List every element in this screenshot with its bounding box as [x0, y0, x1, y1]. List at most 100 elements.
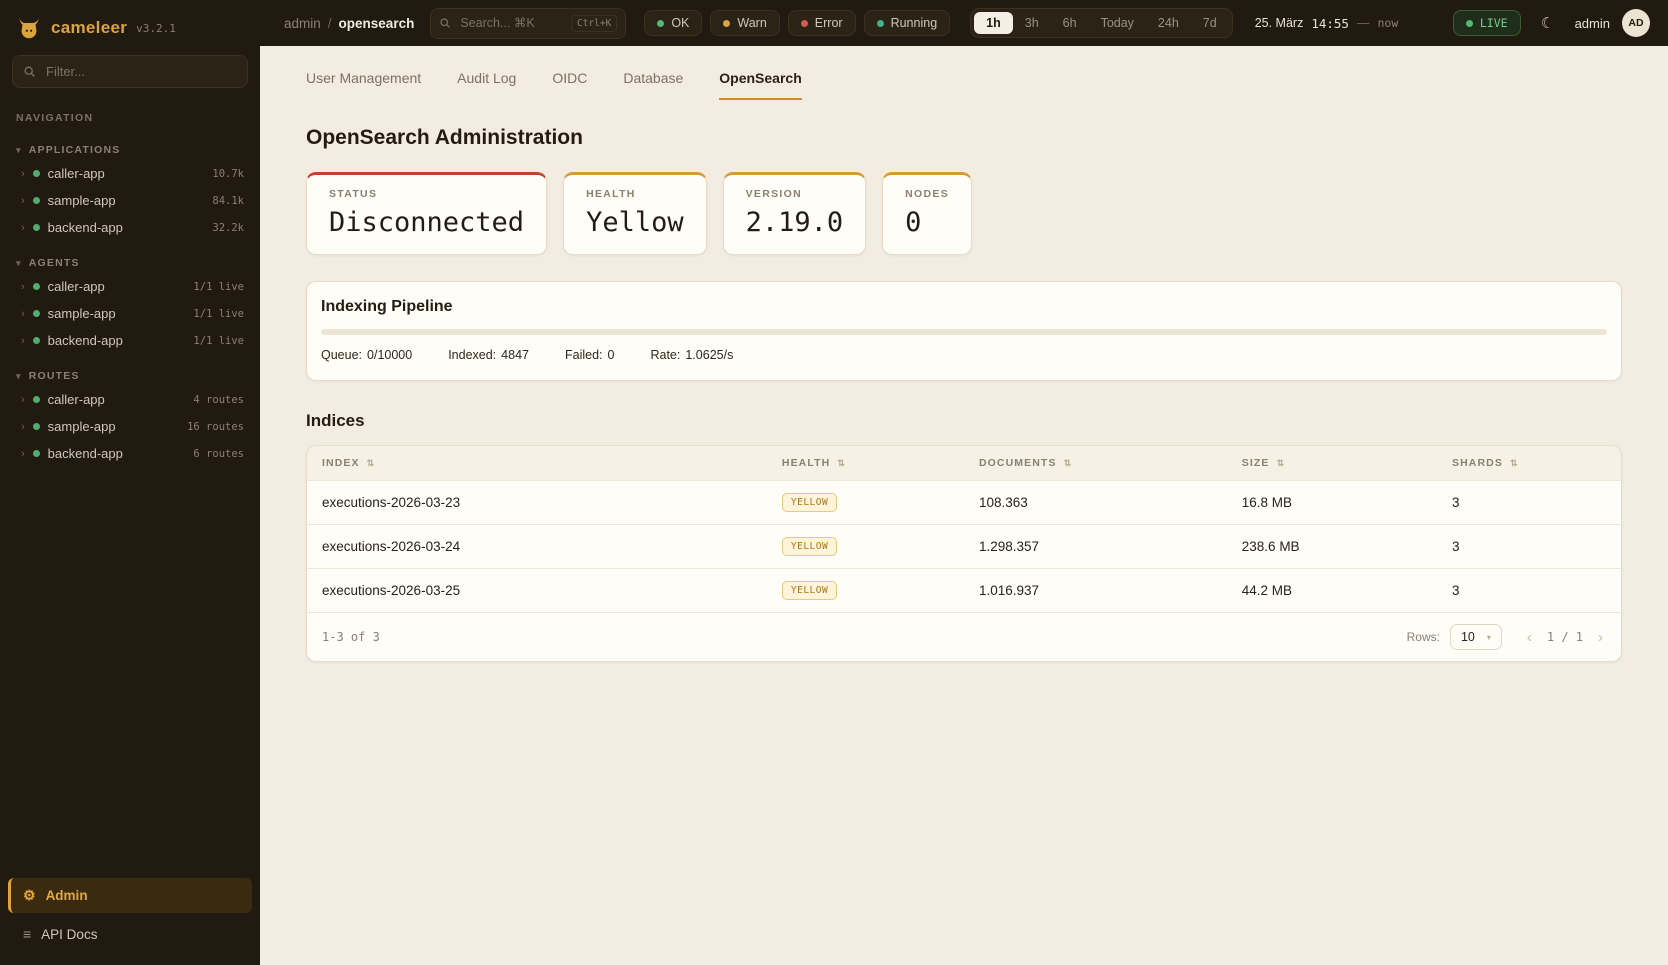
live-status-badge[interactable]: LIVE	[1453, 10, 1521, 36]
sidebar-item-applications-backend-app[interactable]: › backend-app 32.2k	[0, 214, 260, 241]
cell-size: 16.8 MB	[1227, 481, 1437, 525]
sidebar-item-admin[interactable]: ⚙ Admin	[8, 878, 252, 913]
column-header-shards[interactable]: SHARDS ⇅	[1437, 446, 1621, 481]
column-label: INDEX	[322, 457, 360, 469]
item-badge: 10.7k	[212, 168, 244, 180]
cell-documents: 1.016.937	[964, 569, 1227, 613]
table-row[interactable]: executions-2026-03-25 YELLOW 1.016.937 4…	[307, 569, 1621, 613]
global-search-box: Ctrl+K	[430, 8, 626, 39]
navigation-label: NAVIGATION	[0, 96, 260, 128]
cell-health: YELLOW	[767, 481, 964, 525]
sidebar-filter-box	[12, 55, 248, 88]
filter-label: Warn	[737, 16, 766, 30]
sidebar-item-agents-backend-app[interactable]: › backend-app 1/1 live	[0, 327, 260, 354]
cell-shards: 3	[1437, 525, 1621, 569]
filter-warn[interactable]: Warn	[710, 10, 779, 36]
section-header-routes[interactable]: ▾ ROUTES	[0, 366, 260, 386]
next-page-button[interactable]: ›	[1595, 629, 1606, 646]
health-badge: YELLOW	[782, 493, 837, 512]
time-range-7d[interactable]: 7d	[1191, 12, 1229, 34]
section-header-applications[interactable]: ▾ APPLICATIONS	[0, 140, 260, 160]
sidebar-item-routes-backend-app[interactable]: › backend-app 6 routes	[0, 440, 260, 467]
sidebar-footer: ⚙ Admin ≡ API Docs	[0, 870, 260, 965]
stat-val: 4847	[501, 348, 529, 362]
admin-label: Admin	[46, 888, 88, 903]
search-shortcut-badge: Ctrl+K	[571, 15, 617, 32]
stat-label: STATUS	[329, 188, 524, 200]
breadcrumb-admin[interactable]: admin	[284, 16, 321, 31]
tab-audit-log[interactable]: Audit Log	[457, 70, 516, 100]
stat-card-health: HEALTH Yellow	[563, 172, 707, 255]
status-dot	[33, 396, 40, 403]
sidebar-item-agents-caller-app[interactable]: › caller-app 1/1 live	[0, 273, 260, 300]
chevron-right-icon: ›	[21, 195, 25, 207]
pipeline-title: Indexing Pipeline	[321, 298, 1607, 316]
time-range-24h[interactable]: 24h	[1146, 12, 1191, 34]
time-text: 14:55	[1311, 16, 1349, 31]
page-indicator: 1 / 1	[1547, 630, 1583, 644]
sidebar-item-routes-caller-app[interactable]: › caller-app 4 routes	[0, 386, 260, 413]
error-status-dot	[801, 20, 808, 27]
section-label: ROUTES	[29, 370, 80, 382]
chevron-down-icon: ▾	[16, 258, 22, 269]
filter-ok[interactable]: OK	[644, 10, 702, 36]
sidebar-item-routes-sample-app[interactable]: › sample-app 16 routes	[0, 413, 260, 440]
sidebar-item-applications-caller-app[interactable]: › caller-app 10.7k	[0, 160, 260, 187]
main-area: admin / opensearch Ctrl+K OK Warn Error	[260, 0, 1668, 965]
column-label: HEALTH	[782, 457, 830, 469]
dark-mode-toggle[interactable]: ☾	[1533, 8, 1563, 38]
tab-database[interactable]: Database	[623, 70, 683, 100]
column-header-index[interactable]: INDEX ⇅	[307, 446, 767, 481]
item-badge: 6 routes	[193, 448, 244, 460]
tab-user-management[interactable]: User Management	[306, 70, 421, 100]
rows-per-page-value: 10	[1461, 630, 1475, 644]
page-content: User Management Audit Log OIDC Database …	[260, 46, 1668, 965]
column-header-documents[interactable]: DOCUMENTS ⇅	[964, 446, 1227, 481]
time-range-selector: 1h 3h 6h Today 24h 7d	[970, 8, 1233, 38]
app-logo: cameleer v3.2.1	[0, 0, 260, 51]
column-header-health[interactable]: HEALTH ⇅	[767, 446, 964, 481]
item-label: backend-app	[48, 333, 186, 348]
tab-oidc[interactable]: OIDC	[552, 70, 587, 100]
item-label: backend-app	[48, 446, 186, 461]
table-row[interactable]: executions-2026-03-24 YELLOW 1.298.357 2…	[307, 525, 1621, 569]
section-header-agents[interactable]: ▾ AGENTS	[0, 253, 260, 273]
time-range-1h[interactable]: 1h	[974, 12, 1013, 34]
running-status-dot	[877, 20, 884, 27]
avatar[interactable]: AD	[1622, 9, 1650, 37]
time-range-6h[interactable]: 6h	[1051, 12, 1089, 34]
item-label: sample-app	[48, 419, 179, 434]
previous-page-button[interactable]: ‹	[1524, 629, 1535, 646]
stat-label: HEALTH	[586, 188, 684, 200]
chevron-right-icon: ›	[21, 421, 25, 433]
tab-opensearch[interactable]: OpenSearch	[719, 70, 801, 100]
datetime-display[interactable]: 25. März 14:55 — now	[1255, 16, 1399, 31]
filter-error[interactable]: Error	[788, 10, 856, 36]
list-icon: ≡	[23, 926, 31, 942]
indexing-pipeline-panel: Indexing Pipeline Queue: 0/10000 Indexed…	[306, 281, 1622, 381]
sidebar-item-agents-sample-app[interactable]: › sample-app 1/1 live	[0, 300, 260, 327]
rows-per-page-select[interactable]: 10 ▾	[1450, 624, 1502, 650]
item-label: sample-app	[48, 306, 186, 321]
time-range-today[interactable]: Today	[1089, 12, 1146, 34]
column-header-size[interactable]: SIZE ⇅	[1227, 446, 1437, 481]
section-label: APPLICATIONS	[29, 144, 121, 156]
cell-health: YELLOW	[767, 569, 964, 613]
sidebar-item-api-docs[interactable]: ≡ API Docs	[8, 917, 252, 951]
table-row[interactable]: executions-2026-03-23 YELLOW 108.363 16.…	[307, 481, 1621, 525]
time-range-3h[interactable]: 3h	[1013, 12, 1051, 34]
pipeline-stats: Queue: 0/10000 Indexed: 4847 Failed: 0 R…	[321, 348, 1607, 362]
sidebar-filter-input[interactable]	[44, 63, 237, 80]
indices-table-card: INDEX ⇅ HEALTH ⇅ DOCUMENTS ⇅ SIZE	[306, 445, 1622, 662]
column-label: SHARDS	[1452, 457, 1503, 469]
item-badge: 84.1k	[212, 195, 244, 207]
chevron-right-icon: ›	[21, 308, 25, 320]
sidebar-section-applications: ▾ APPLICATIONS › caller-app 10.7k › samp…	[0, 140, 260, 241]
breadcrumb: admin / opensearch	[284, 16, 414, 31]
live-dot	[1466, 20, 1473, 27]
sidebar-item-applications-sample-app[interactable]: › sample-app 84.1k	[0, 187, 260, 214]
section-label: AGENTS	[29, 257, 80, 269]
filter-running[interactable]: Running	[864, 10, 951, 36]
stat-card-nodes: NODES 0	[882, 172, 972, 255]
global-search-input[interactable]	[458, 15, 564, 31]
